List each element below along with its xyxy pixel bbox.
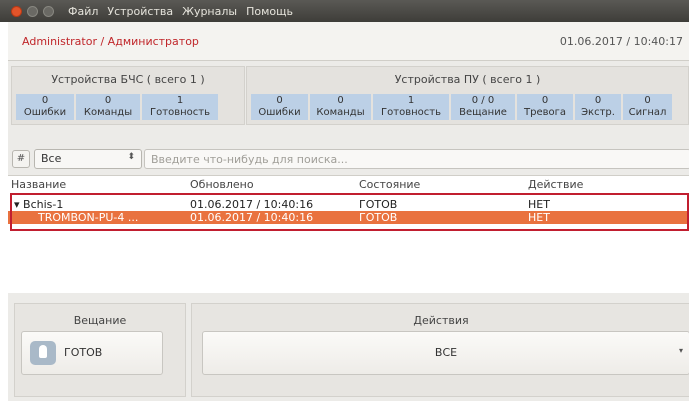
menu-file[interactable]: Файл	[68, 5, 98, 18]
broadcast-ready-button[interactable]: ГОТОВ	[21, 331, 163, 375]
filter-select-value: Все	[41, 152, 62, 165]
pu-stat-readiness: 1 Готовность	[373, 94, 449, 120]
pu-stat-signal: 0 Сигнал	[623, 94, 672, 120]
search-field[interactable]	[144, 149, 689, 169]
stat-value: 0 / 0	[471, 95, 495, 106]
pu-stat-emergency: 0 Экстр.	[575, 94, 621, 120]
broadcast-button-label: ГОТОВ	[64, 346, 103, 359]
pu-panel-title: Устройства ПУ ( всего 1 )	[394, 73, 541, 86]
stat-value: 0	[276, 95, 283, 106]
chevron-down-icon: ▾	[678, 346, 683, 355]
stat-value: 1	[407, 95, 415, 106]
stat-value: 0	[104, 95, 112, 106]
stat-label: Ошибки	[23, 107, 67, 118]
search-input[interactable]	[145, 150, 677, 168]
bchs-devices-panel: Устройства БЧС ( всего 1 ) 0 Ошибки 0 Ко…	[11, 66, 245, 125]
bchs-stat-readiness: 1 Готовность	[142, 94, 218, 120]
stat-value: 0	[594, 95, 602, 106]
menu-devices[interactable]: Устройства	[107, 5, 173, 18]
broadcast-title: Вещание	[73, 314, 127, 327]
stat-value: 1	[176, 95, 184, 106]
broadcast-panel: Вещание ГОТОВ	[14, 303, 186, 397]
bchs-stat-errors: 0 Ошибки	[16, 94, 74, 120]
stat-label: Команды	[316, 107, 365, 118]
pu-stat-commands: 0 Команды	[310, 94, 371, 120]
pu-stat-errors: 0 Ошибки	[251, 94, 308, 120]
stat-value: 0	[337, 95, 344, 106]
pu-stat-alarm: 0 Тревога	[517, 94, 573, 120]
filter-select[interactable]: Все ⬍	[34, 149, 142, 169]
menu-help[interactable]: Помощь	[246, 5, 293, 18]
bchs-panel-title: Устройства БЧС ( всего 1 )	[51, 73, 205, 86]
stat-value: 0	[644, 95, 651, 106]
column-name[interactable]: Название	[11, 178, 66, 191]
minimize-window-icon[interactable]	[27, 5, 38, 17]
stat-label: Команды	[83, 107, 133, 118]
pu-stat-broadcast: 0 / 0 Вещание	[451, 94, 515, 120]
actions-title: Действия	[413, 314, 469, 327]
header: Administrator / Администратор 01.06.2017…	[8, 22, 689, 61]
microphone-icon	[30, 341, 56, 365]
window-titlebar: Файл Устройства Журналы Помощь	[0, 0, 689, 22]
actions-select[interactable]: ВСЕ ▾	[202, 331, 689, 375]
current-datetime: 01.06.2017 / 10:40:17	[559, 35, 683, 48]
stat-label: Экстр.	[581, 107, 615, 118]
stat-label: Тревога	[523, 107, 566, 118]
current-user: Administrator / Администратор	[22, 35, 199, 48]
close-window-icon[interactable]	[11, 5, 22, 17]
column-action[interactable]: Действие	[528, 178, 583, 191]
stat-label: Сигнал	[628, 107, 667, 118]
actions-panel: Действия ВСЕ ▾	[191, 303, 689, 397]
spinner-arrows-icon: ⬍	[127, 152, 135, 162]
stat-value: 0	[41, 95, 49, 106]
bchs-stat-commands: 0 Команды	[76, 94, 140, 120]
maximize-window-icon[interactable]	[43, 5, 54, 17]
highlight-box	[10, 193, 689, 231]
actions-select-value: ВСЕ	[434, 346, 458, 359]
filter-bar: # Все ⬍	[8, 148, 689, 170]
stat-value: 0	[541, 95, 549, 106]
menu-logs[interactable]: Журналы	[182, 5, 237, 18]
hash-filter-icon[interactable]: #	[12, 150, 30, 168]
column-state[interactable]: Состояние	[359, 178, 420, 191]
column-updated[interactable]: Обновлено	[190, 178, 254, 191]
pu-devices-panel: Устройства ПУ ( всего 1 ) 0 Ошибки 0 Ком…	[246, 66, 689, 125]
stat-label: Ошибки	[258, 107, 301, 118]
stat-label: Вещание	[459, 107, 507, 118]
stat-label: Готовность	[381, 107, 441, 118]
menubar: Файл Устройства Журналы Помощь	[68, 5, 302, 18]
stat-label: Готовность	[150, 107, 210, 118]
table-header: Название Обновлено Состояние Действие	[8, 178, 689, 192]
